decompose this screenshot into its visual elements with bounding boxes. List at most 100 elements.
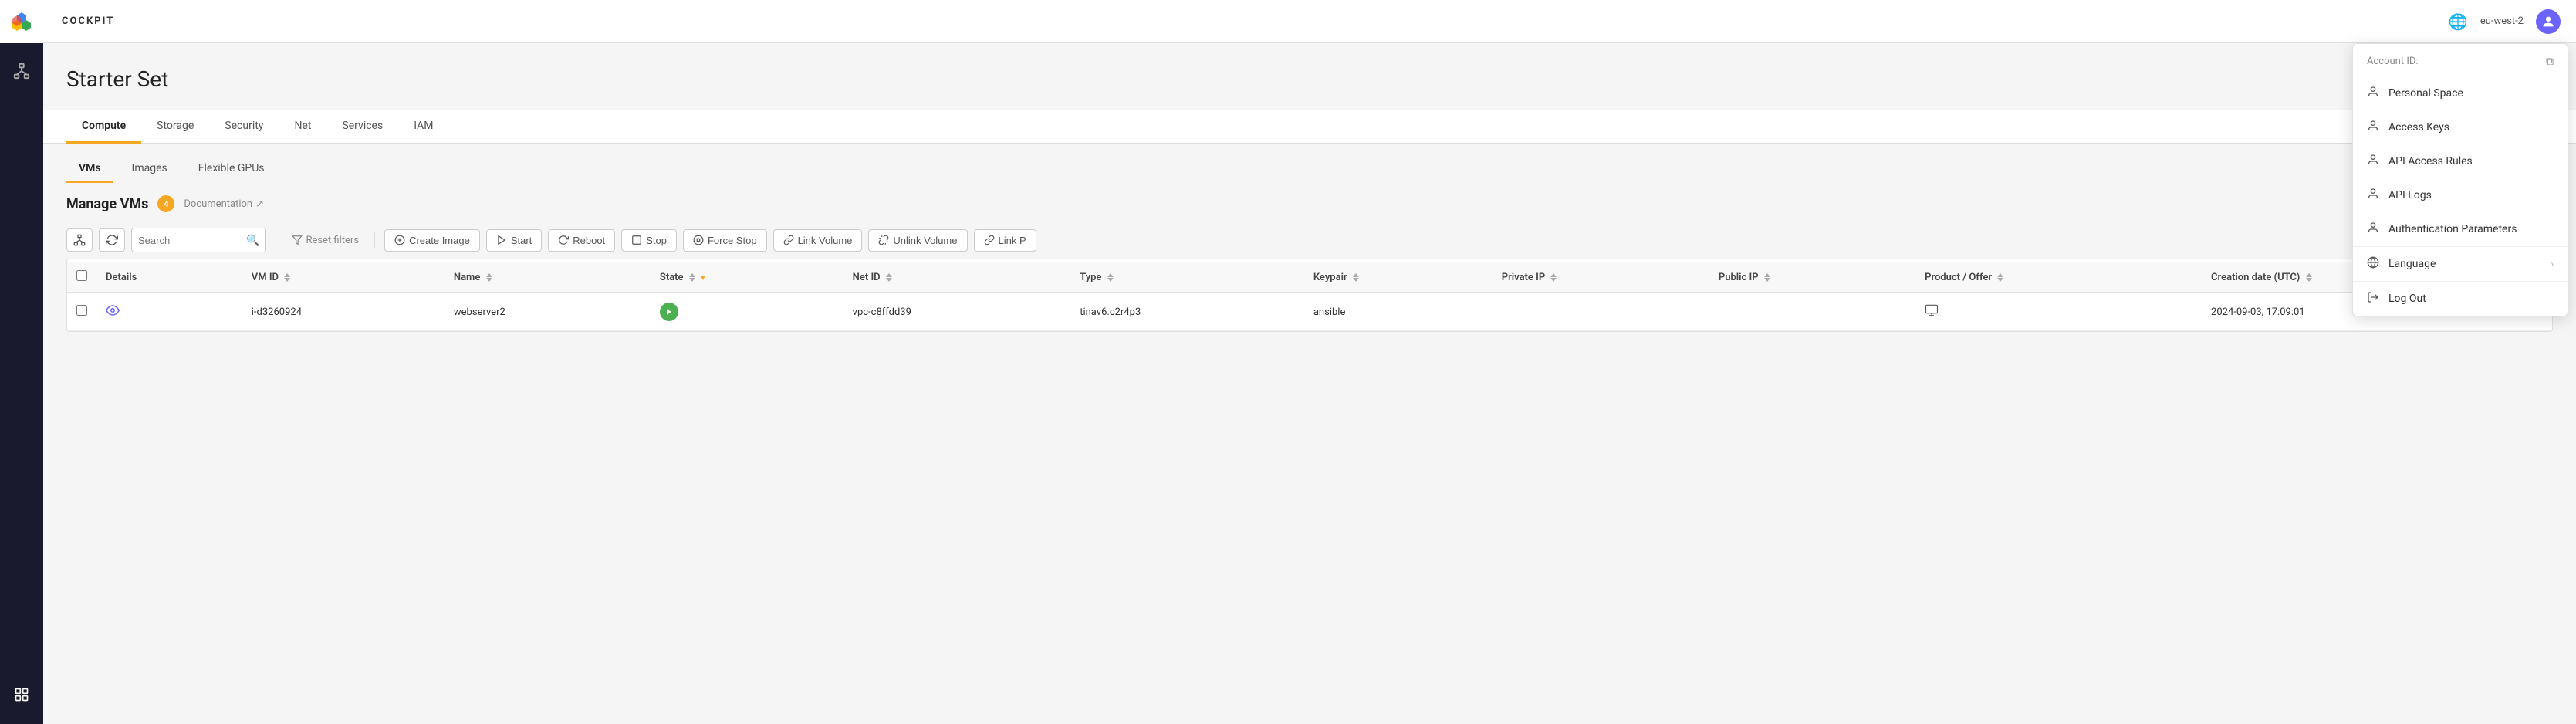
access-keys-icon — [2367, 120, 2379, 135]
force-stop-button[interactable]: Force Stop — [683, 229, 767, 252]
sidebar-item-topology[interactable] — [0, 49, 43, 93]
tab-net[interactable]: Net — [279, 110, 326, 144]
reset-filters-label: Reset filters — [306, 235, 359, 246]
page-title: Starter Set — [66, 66, 2553, 92]
row-checkbox[interactable] — [76, 305, 87, 316]
dropdown-item-logout[interactable]: Log Out — [2353, 282, 2568, 316]
vm-count-badge: 4 — [157, 195, 174, 212]
stop-label: Stop — [646, 235, 667, 246]
refresh-button[interactable] — [99, 228, 125, 252]
avatar-button[interactable] — [2536, 9, 2561, 34]
reboot-label: Reboot — [573, 235, 605, 246]
dropdown-item-language[interactable]: Language › — [2353, 247, 2568, 281]
create-image-button[interactable]: Create Image — [384, 229, 480, 252]
logout-label: Log Out — [2388, 293, 2426, 305]
state-running-indicator — [660, 303, 678, 321]
dropdown-header: Account ID: ⧉ — [2353, 44, 2568, 76]
language-selector-icon[interactable]: 🌐 — [2449, 12, 2468, 31]
sidebar — [0, 0, 43, 724]
topbar-left: COCKPIT — [59, 15, 114, 27]
dropdown-item-access-keys[interactable]: Access Keys — [2353, 110, 2568, 144]
topbar-right: 🌐 eu-west-2 — [2449, 9, 2561, 34]
row-details-button[interactable] — [106, 303, 120, 321]
sort-public-ip-icon — [1764, 273, 1770, 282]
main-content: Starter Set Compute Storage Security Net… — [43, 43, 2576, 724]
col-private-ip[interactable]: Private IP — [1493, 262, 1709, 293]
documentation-link[interactable]: Documentation ↗ — [184, 198, 264, 210]
select-all-checkbox[interactable] — [76, 270, 87, 281]
search-wrap: 🔍 — [131, 228, 266, 252]
api-logs-icon — [2367, 188, 2379, 203]
col-net-id[interactable]: Net ID — [843, 262, 1071, 293]
sort-private-ip-icon — [1550, 273, 1557, 282]
link-p-button[interactable]: Link P — [974, 229, 1036, 252]
unlink-volume-button[interactable]: Unlink Volume — [868, 229, 967, 252]
col-public-ip[interactable]: Public IP — [1709, 262, 1915, 293]
tab-storage[interactable]: Storage — [141, 110, 209, 144]
personal-space-label: Personal Space — [2388, 87, 2463, 100]
dropdown-item-personal-space[interactable]: Personal Space — [2353, 76, 2568, 110]
brand-name: COCKPIT — [62, 15, 114, 27]
sub-tab-flexible-gpus[interactable]: Flexible GPUs — [186, 156, 277, 183]
link-volume-button[interactable]: Link Volume — [773, 229, 863, 252]
row-net-id: vpc-c8ffdd39 — [843, 293, 1071, 331]
start-label: Start — [511, 235, 532, 246]
topology-button[interactable] — [66, 228, 93, 252]
search-input[interactable] — [138, 235, 246, 246]
sort-type-icon — [1107, 273, 1114, 282]
dropdown-item-auth-params[interactable]: Authentication Parameters — [2353, 212, 2568, 246]
section-title: Manage VMs — [66, 196, 148, 212]
stop-button[interactable]: Stop — [621, 229, 677, 252]
sub-tab-images[interactable]: Images — [120, 156, 180, 183]
section-header: Manage VMs 4 Documentation ↗ — [66, 195, 2553, 212]
sort-creation-date-icon — [2306, 273, 2312, 282]
toolbar-divider2 — [374, 232, 375, 248]
sidebar-item-grid[interactable] — [0, 673, 43, 716]
col-state[interactable]: State ▼ — [651, 262, 843, 293]
sidebar-logo[interactable] — [0, 0, 43, 43]
tab-services[interactable]: Services — [326, 110, 398, 144]
language-label: Language — [2388, 258, 2436, 270]
doc-link-text: Documentation — [184, 198, 252, 210]
row-type: tinav6.c2r4p3 — [1070, 293, 1304, 331]
toolbar: 🔍 Reset filters Create Image Start Reboo… — [66, 222, 2553, 259]
search-submit-button[interactable]: 🔍 — [246, 234, 259, 247]
sort-net-id-icon — [886, 273, 892, 282]
tab-security[interactable]: Security — [209, 110, 279, 144]
unlink-volume-label: Unlink Volume — [893, 235, 957, 246]
tab-iam[interactable]: IAM — [398, 110, 448, 144]
sort-keypair-icon — [1353, 273, 1359, 282]
api-logs-label: API Logs — [2388, 189, 2432, 201]
sub-tab-vms[interactable]: VMs — [66, 156, 113, 183]
col-type[interactable]: Type — [1070, 262, 1304, 293]
col-product[interactable]: Product / Offer — [1915, 262, 2202, 293]
sort-name-icon — [486, 273, 492, 282]
col-vm-id[interactable]: VM ID — [242, 262, 445, 293]
topbar: COCKPIT 🌐 eu-west-2 — [43, 0, 2576, 43]
row-vm-id: i-d3260924 — [242, 293, 445, 331]
sub-tabs: VMs Images Flexible GPUs — [66, 144, 2553, 183]
col-keypair[interactable]: Keypair — [1304, 262, 1493, 293]
create-image-label: Create Image — [409, 235, 470, 246]
region-label: eu-west-2 — [2480, 15, 2524, 27]
copy-account-id-button[interactable]: ⧉ — [2546, 55, 2554, 68]
row-state — [651, 293, 843, 331]
row-keypair: ansible — [1304, 293, 1493, 331]
sort-product-icon — [1997, 273, 2003, 282]
tabs-nav: Compute Storage Security Net Services IA… — [43, 110, 2576, 144]
dropdown-item-api-logs[interactable]: API Logs — [2353, 178, 2568, 212]
reboot-button[interactable]: Reboot — [548, 229, 615, 252]
language-icon — [2367, 256, 2379, 272]
sort-vm-id-icon — [284, 273, 290, 282]
dropdown-item-api-access-rules[interactable]: API Access Rules — [2353, 144, 2568, 178]
language-chevron-icon: › — [2551, 259, 2554, 269]
row-name: webserver2 — [445, 293, 651, 331]
sort-state-icon — [689, 273, 695, 282]
col-name[interactable]: Name — [445, 262, 651, 293]
filter-state-icon: ▼ — [699, 274, 707, 282]
tab-compute[interactable]: Compute — [66, 110, 141, 144]
reset-filters-button[interactable]: Reset filters — [286, 230, 365, 251]
start-button[interactable]: Start — [486, 229, 542, 252]
table-row: i-d3260924 webserver2 vpc-c8ffdd39 tinav… — [67, 293, 2552, 331]
auth-params-label: Authentication Parameters — [2388, 223, 2517, 235]
